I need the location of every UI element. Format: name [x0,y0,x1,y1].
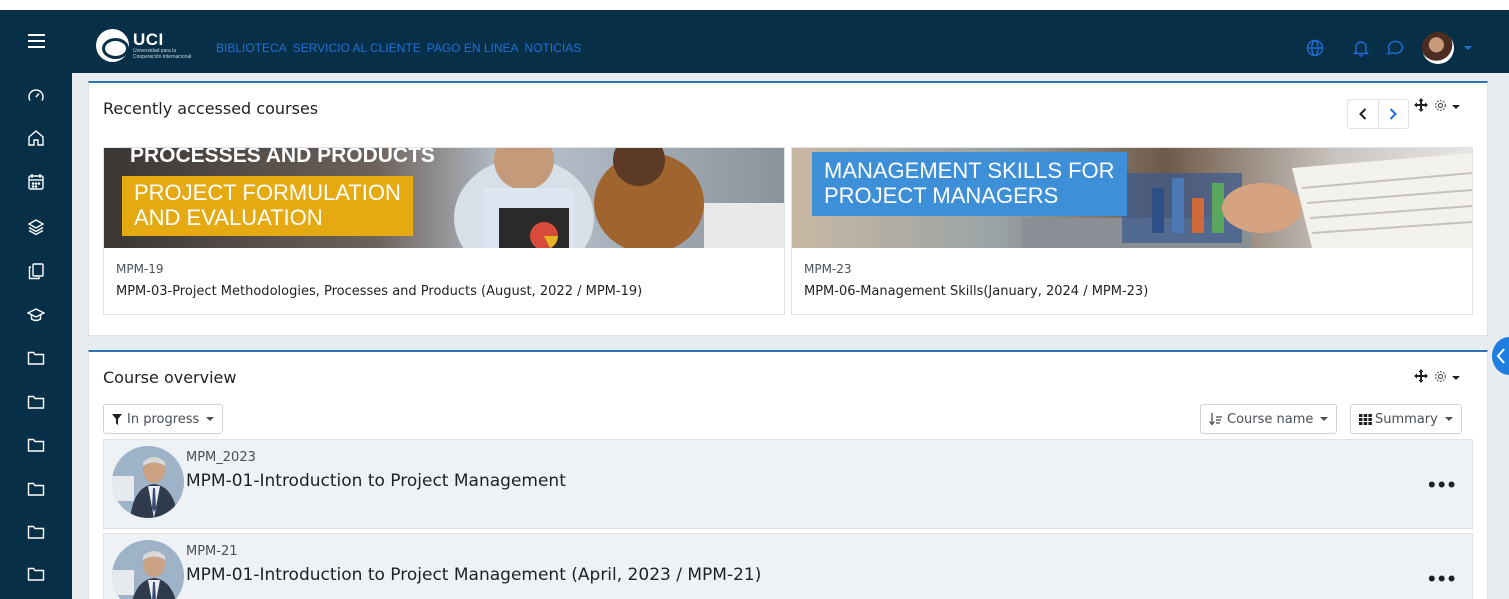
chevron-down-icon[interactable] [1464,46,1472,50]
chevron-down-icon [1320,417,1329,421]
top-navbar: UCI Universidad para la Cooperación Inte… [0,10,1509,73]
banner-line-1: PROJECT FORMULATION [134,180,401,205]
course-image: PROCESSES AND PRODUCTS PROJECT FORMULATI… [104,148,784,248]
grid-view-icon [1359,413,1372,425]
course-fullname-link[interactable]: MPM-03-Project Methodologies, Processes … [116,284,642,299]
course-shortname: MPM-21 [186,544,238,559]
banner-line-1: MANAGEMENT SKILLS FOR [824,158,1115,183]
course-fullname-link[interactable]: MPM-06-Management Skills(January, 2024 /… [804,284,1148,299]
view-dropdown[interactable]: Summary [1350,404,1462,434]
course-image: MANAGEMENT SKILLS FOR PROJECT MANAGERS [792,148,1472,248]
course-shortname: MPM-19 [116,262,164,276]
sort-label: Course name [1227,411,1314,427]
folder-icon[interactable] [25,521,47,543]
logo-subtitle-2: Cooperación Internacional [133,53,192,60]
folder-icon[interactable] [25,391,47,413]
carousel-pager [1347,99,1409,129]
filter-dropdown[interactable]: In progress [103,404,224,434]
chat-icon[interactable] [1380,37,1410,59]
course-banner: MANAGEMENT SKILLS FOR PROJECT MANAGERS [812,152,1127,216]
move-icon[interactable] [1414,97,1428,116]
banner-line-2: AND EVALUATION [134,205,323,230]
nav-pago-en-linea[interactable]: PAGO EN LINEA [427,41,519,55]
home-icon[interactable] [25,127,47,149]
sort-dropdown[interactable]: Course name [1200,404,1338,434]
more-options-icon[interactable]: ••• [1426,476,1457,496]
more-options-icon[interactable]: ••• [1426,570,1457,590]
calendar-icon[interactable] [25,171,47,193]
course-fullname-link[interactable]: MPM-01-Introduction to Project Managemen… [186,471,566,491]
block-title: Recently accessed courses [103,99,319,118]
previous-button[interactable] [1348,100,1378,128]
files-icon[interactable] [25,260,47,282]
filter-icon [112,413,122,425]
nav-biblioteca[interactable]: BIBLIOTECA [216,41,287,55]
course-shortname: MPM_2023 [186,450,256,465]
course-overview-block: Course overview In progress Course name … [88,350,1488,599]
hamburger-menu-icon[interactable] [28,34,45,48]
layers-icon[interactable] [25,216,47,238]
folder-icon[interactable] [25,563,47,585]
nav-servicio-al-cliente[interactable]: SERVICIO AL CLIENTE [293,41,421,55]
bell-icon[interactable] [1346,37,1376,59]
course-card[interactable]: PROCESSES AND PRODUCTS PROJECT FORMULATI… [103,147,785,315]
logo-title: UCI [133,29,164,49]
user-avatar[interactable] [1422,32,1454,64]
course-thumbnail [112,446,184,518]
drawer-toggle-button[interactable] [1492,337,1509,375]
next-button[interactable] [1377,100,1409,128]
chevron-down-icon[interactable] [1452,375,1460,380]
course-thumbnail [112,540,184,599]
folder-icon[interactable] [25,347,47,369]
chevron-down-icon [206,417,215,421]
graduation-cap-icon[interactable] [25,304,47,326]
course-card[interactable]: MANAGEMENT SKILLS FOR PROJECT MANAGERS M… [791,147,1473,315]
course-shortname: MPM-23 [804,262,852,276]
primary-navigation: BIBLIOTECA SERVICIO AL CLIENTE PAGO EN L… [216,41,581,55]
recently-accessed-courses-block: Recently accessed courses PROCESSES AND … [88,81,1488,336]
folder-icon[interactable] [25,434,47,456]
chevron-down-icon [1444,417,1453,421]
sort-icon [1209,412,1222,426]
gear-icon[interactable] [1434,97,1447,116]
filter-label: In progress [127,411,200,427]
folder-icon[interactable] [25,478,47,500]
dashboard-icon[interactable] [25,85,47,107]
nav-noticias[interactable]: NOTICIAS [525,41,582,55]
uci-seal-icon [96,28,129,62]
course-fullname-link[interactable]: MPM-01-Introduction to Project Managemen… [186,565,761,585]
course-banner: PROJECT FORMULATION AND EVALUATION [122,176,413,236]
chevron-left-icon [1496,348,1505,364]
course-list-item[interactable]: MPM_2023 MPM-01-Introduction to Project … [103,439,1473,529]
move-icon[interactable] [1414,368,1428,387]
chevron-down-icon[interactable] [1452,104,1460,109]
banner-top-text: PROCESSES AND PRODUCTS [130,148,435,167]
block-title: Course overview [103,368,237,387]
gear-icon[interactable] [1434,368,1447,387]
left-sidebar [0,73,72,599]
banner-line-2: PROJECT MANAGERS [824,183,1059,208]
uci-logo[interactable]: UCI Universidad para la Cooperación Inte… [96,27,191,63]
course-list-item[interactable]: MPM-21 MPM-01-Introduction to Project Ma… [103,533,1473,599]
view-label: Summary [1375,411,1438,427]
user-navigation [1300,32,1472,64]
globe-icon[interactable] [1300,37,1330,59]
